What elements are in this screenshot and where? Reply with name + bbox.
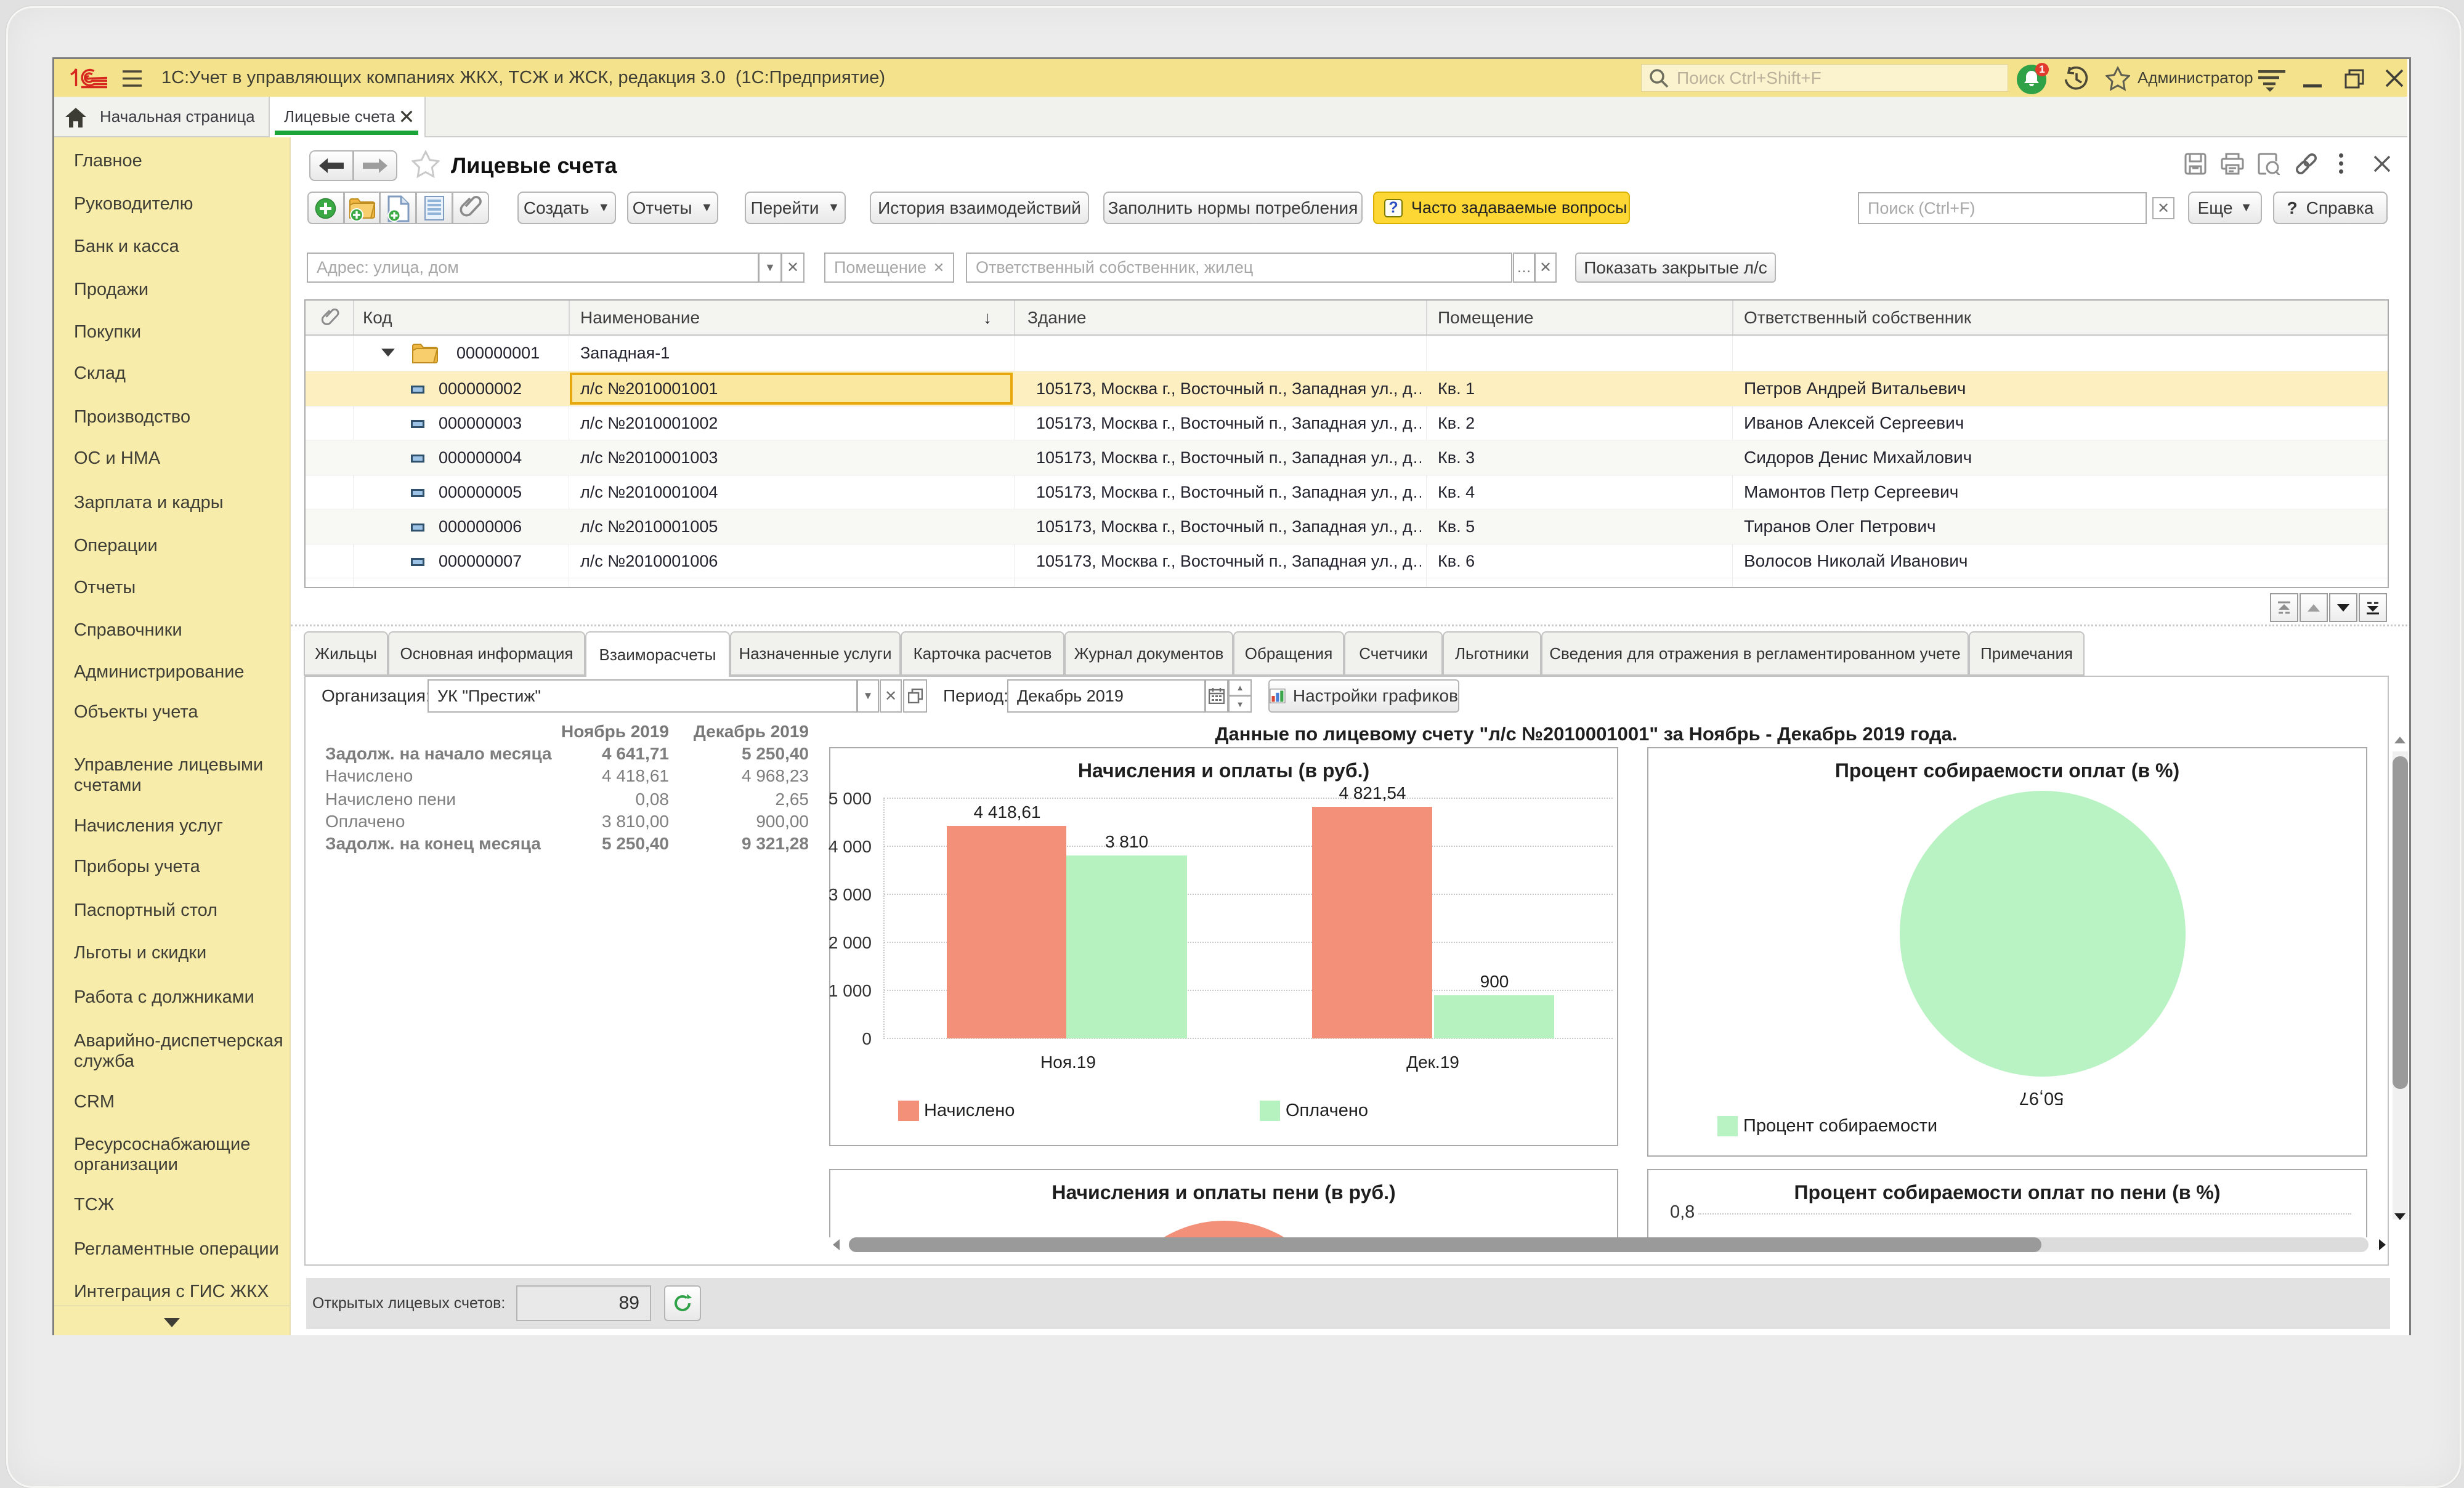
svg-text:1: 1: [2039, 63, 2045, 75]
